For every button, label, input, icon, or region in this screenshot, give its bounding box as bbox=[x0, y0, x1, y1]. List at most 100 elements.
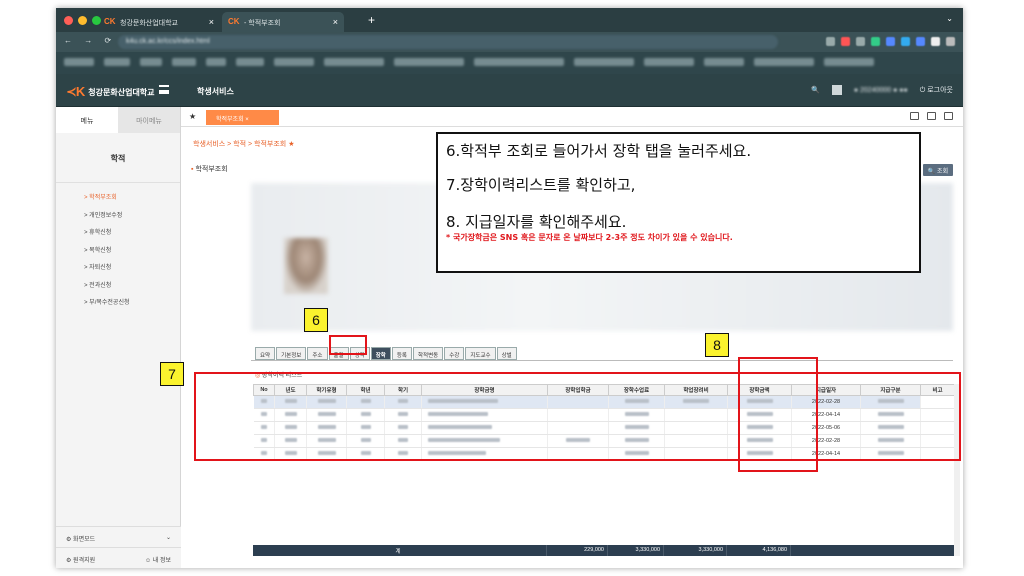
logout-link[interactable]: ⏻ 로그아웃 bbox=[920, 85, 953, 95]
sidebar-tabs: 메뉴 마이메뉴 bbox=[56, 107, 180, 133]
total-entrance-fee: 229,000 bbox=[547, 545, 608, 556]
content-tab-bar: ★ 학적부조회 × bbox=[181, 107, 963, 127]
instruction-callout: 6.학적부 조회로 들어가서 장학 탭을 눌러주세요. 7.장학이력리스트를 확… bbox=[436, 132, 921, 273]
total-filler bbox=[791, 545, 954, 556]
sidebar-footer: ⚙ 화면모드 ⌄ ⚙ 원격지원 ☺ 내 정보 bbox=[56, 526, 181, 568]
payment-date-highlight bbox=[738, 357, 818, 472]
instruction-step-6: 6.학적부 조회로 들어가서 장학 탭을 눌러주세요. bbox=[446, 142, 752, 160]
breadcrumb: 학생서비스 > 학적 > 학적부조회 ★ bbox=[193, 139, 294, 149]
screen-mode-label: 화면모드 bbox=[73, 537, 96, 543]
browser-tab-label: - 학적부조회 bbox=[244, 20, 281, 27]
tab-basic-info[interactable]: 기본정보 bbox=[276, 347, 307, 360]
student-photo bbox=[284, 238, 328, 294]
open-tab-label: 학적부조회 bbox=[216, 117, 244, 123]
hamburger-menu-icon[interactable] bbox=[159, 85, 169, 94]
logout-label: 로그아웃 bbox=[927, 87, 953, 94]
search-icon[interactable]: 🔍 bbox=[811, 86, 820, 94]
school-logo[interactable]: ≺K 청강문화산업대학교 bbox=[66, 84, 155, 100]
sidebar-item-return[interactable]: > 복학신청 bbox=[56, 240, 180, 258]
tab-registration[interactable]: 등록 bbox=[391, 347, 412, 360]
ck-logo-icon: ≺K bbox=[66, 84, 85, 99]
step-badge-7: 7 bbox=[160, 362, 184, 386]
screen-mode-toggle[interactable]: ⚙ 화면모드 ⌄ bbox=[56, 526, 181, 547]
totals-row: 계 229,000 3,330,000 3,330,000 4,136,080 bbox=[253, 545, 954, 556]
sidebar-title: 학적 bbox=[56, 133, 180, 183]
address-text: k4u.ck.ac.kr/ccs/index.html bbox=[126, 38, 210, 45]
scholarship-tab-highlight bbox=[329, 335, 367, 355]
divider bbox=[251, 360, 953, 361]
tab-summary[interactable]: 요약 bbox=[255, 347, 276, 360]
sidebar-item-personal-info[interactable]: > 개인정보수정 bbox=[56, 205, 180, 223]
title-bullet-icon: ▪ bbox=[191, 166, 194, 173]
remote-support-label: 원격지원 bbox=[73, 558, 96, 564]
sidebar: 메뉴 마이메뉴 학적 > 학적부조회 > 개인정보수정 > 휴학신청 > 복학신… bbox=[56, 107, 181, 568]
bookmarks-bar bbox=[56, 52, 963, 74]
close-window-icon[interactable] bbox=[64, 16, 73, 25]
step-badge-8: 8 bbox=[705, 333, 729, 357]
notification-icon[interactable] bbox=[831, 85, 842, 95]
browser-tab-label: 청강문화산업대학교 bbox=[120, 20, 178, 27]
user-info: ● 20240000 ● ●● bbox=[853, 86, 908, 94]
header-right-tools: 🔍 ● 20240000 ● ●● ⏻ 로그아웃 bbox=[811, 85, 953, 95]
my-info-label: 내 정보 bbox=[152, 558, 171, 564]
total-label: 계 bbox=[253, 545, 547, 556]
tab-search-chevron-icon[interactable]: ⌄ bbox=[946, 14, 953, 23]
tab-scholarship[interactable]: 장학 bbox=[370, 347, 391, 360]
total-amount: 4,136,080 bbox=[727, 545, 791, 556]
tab-address[interactable]: 주소 bbox=[307, 347, 328, 360]
page-title: ▪ 학적부조회 bbox=[191, 164, 228, 174]
tab-advisor[interactable]: 지도교수 bbox=[465, 347, 496, 360]
sidebar-item-record-inquiry[interactable]: > 학적부조회 bbox=[56, 187, 180, 205]
close-tab-icon[interactable]: × bbox=[245, 117, 249, 123]
extension-icons[interactable] bbox=[826, 37, 955, 46]
tab-rewards[interactable]: 상벌 bbox=[496, 347, 517, 360]
browser-window: CK 청강문화산업대학교 × CK - 학적부조회 × + ⌄ ← → ⟳ k4… bbox=[56, 8, 963, 568]
bookmark-items[interactable] bbox=[64, 58, 874, 66]
sidebar-footer-links: ⚙ 원격지원 ☺ 내 정보 bbox=[56, 547, 181, 568]
service-title: 학생서비스 bbox=[197, 87, 234, 96]
home-icon[interactable]: ★ bbox=[189, 112, 196, 121]
address-bar-row: ← → ⟳ k4u.ck.ac.kr/ccs/index.html bbox=[56, 32, 963, 52]
tab-my-menu[interactable]: 마이메뉴 bbox=[118, 107, 180, 133]
address-input[interactable]: k4u.ck.ac.kr/ccs/index.html bbox=[118, 35, 778, 49]
browser-tab-1[interactable]: CK 청강문화산업대학교 × bbox=[98, 12, 220, 32]
page-title-text: 학적부조회 bbox=[195, 166, 228, 173]
window-tool-icons[interactable] bbox=[910, 112, 953, 120]
browser-tab-2[interactable]: CK - 학적부조회 × bbox=[222, 12, 344, 32]
close-tab-icon[interactable]: × bbox=[333, 17, 338, 27]
tab-status-change[interactable]: 학적변동 bbox=[413, 347, 444, 360]
browser-tab-strip: CK 청강문화산업대학교 × CK - 학적부조회 × + ⌄ bbox=[56, 8, 963, 32]
info-tab-strip: 요약 기본정보 주소 출결 성적 장학 등록 학적변동 수강 지도교수 상벌 bbox=[255, 347, 518, 360]
instruction-note: * 국가장학금은 SNS 혹은 문자로 온 날짜보다 2-3주 정도 차이가 있… bbox=[446, 233, 733, 242]
window-controls[interactable] bbox=[64, 16, 101, 25]
new-tab-icon[interactable]: + bbox=[368, 13, 375, 27]
search-button[interactable]: 🔍 조회 bbox=[923, 164, 953, 176]
sidebar-item-withdraw[interactable]: > 자퇴신청 bbox=[56, 257, 180, 275]
favorite-star-icon[interactable]: ★ bbox=[288, 141, 294, 148]
total-tuition: 3,330,000 bbox=[608, 545, 664, 556]
breadcrumb-text: 학생서비스 > 학적 > 학적부조회 bbox=[193, 141, 287, 148]
sidebar-item-double-major[interactable]: > 부/복수전공신청 bbox=[56, 292, 180, 310]
school-favicon-icon: CK bbox=[228, 17, 240, 26]
tab-courses[interactable]: 수강 bbox=[444, 347, 465, 360]
app-header: ≺K 청강문화산업대학교 학생서비스 🔍 ● 20240000 ● ●● ⏻ 로… bbox=[56, 74, 963, 107]
school-favicon-icon: CK bbox=[104, 17, 116, 26]
scholarship-list-highlight bbox=[194, 372, 961, 461]
instruction-step-7: 7.장학이력리스트를 확인하고, bbox=[446, 176, 636, 194]
open-tab-record[interactable]: 학적부조회 × bbox=[206, 110, 279, 125]
sidebar-item-leave[interactable]: > 휴학신청 bbox=[56, 222, 180, 240]
total-study-grant: 3,330,000 bbox=[664, 545, 727, 556]
tab-menu[interactable]: 메뉴 bbox=[56, 107, 118, 133]
my-info-button[interactable]: ☺ 내 정보 bbox=[145, 555, 171, 564]
instruction-step-8: 8. 지급일자를 확인해주세요. bbox=[446, 213, 627, 231]
search-button-label: 조회 bbox=[937, 169, 949, 175]
navigation-icons[interactable]: ← → ⟳ bbox=[64, 36, 116, 45]
close-tab-icon[interactable]: × bbox=[209, 17, 214, 27]
chevron-down-icon: ⌄ bbox=[165, 535, 171, 541]
sidebar-item-transfer[interactable]: > 전과신청 bbox=[56, 275, 180, 293]
school-name: 청강문화산업대학교 bbox=[88, 87, 155, 97]
step-badge-6: 6 bbox=[304, 308, 328, 332]
remote-support-button[interactable]: ⚙ 원격지원 bbox=[66, 555, 96, 564]
sidebar-menu: > 학적부조회 > 개인정보수정 > 휴학신청 > 복학신청 > 자퇴신청 > … bbox=[56, 183, 180, 310]
minimize-window-icon[interactable] bbox=[78, 16, 87, 25]
